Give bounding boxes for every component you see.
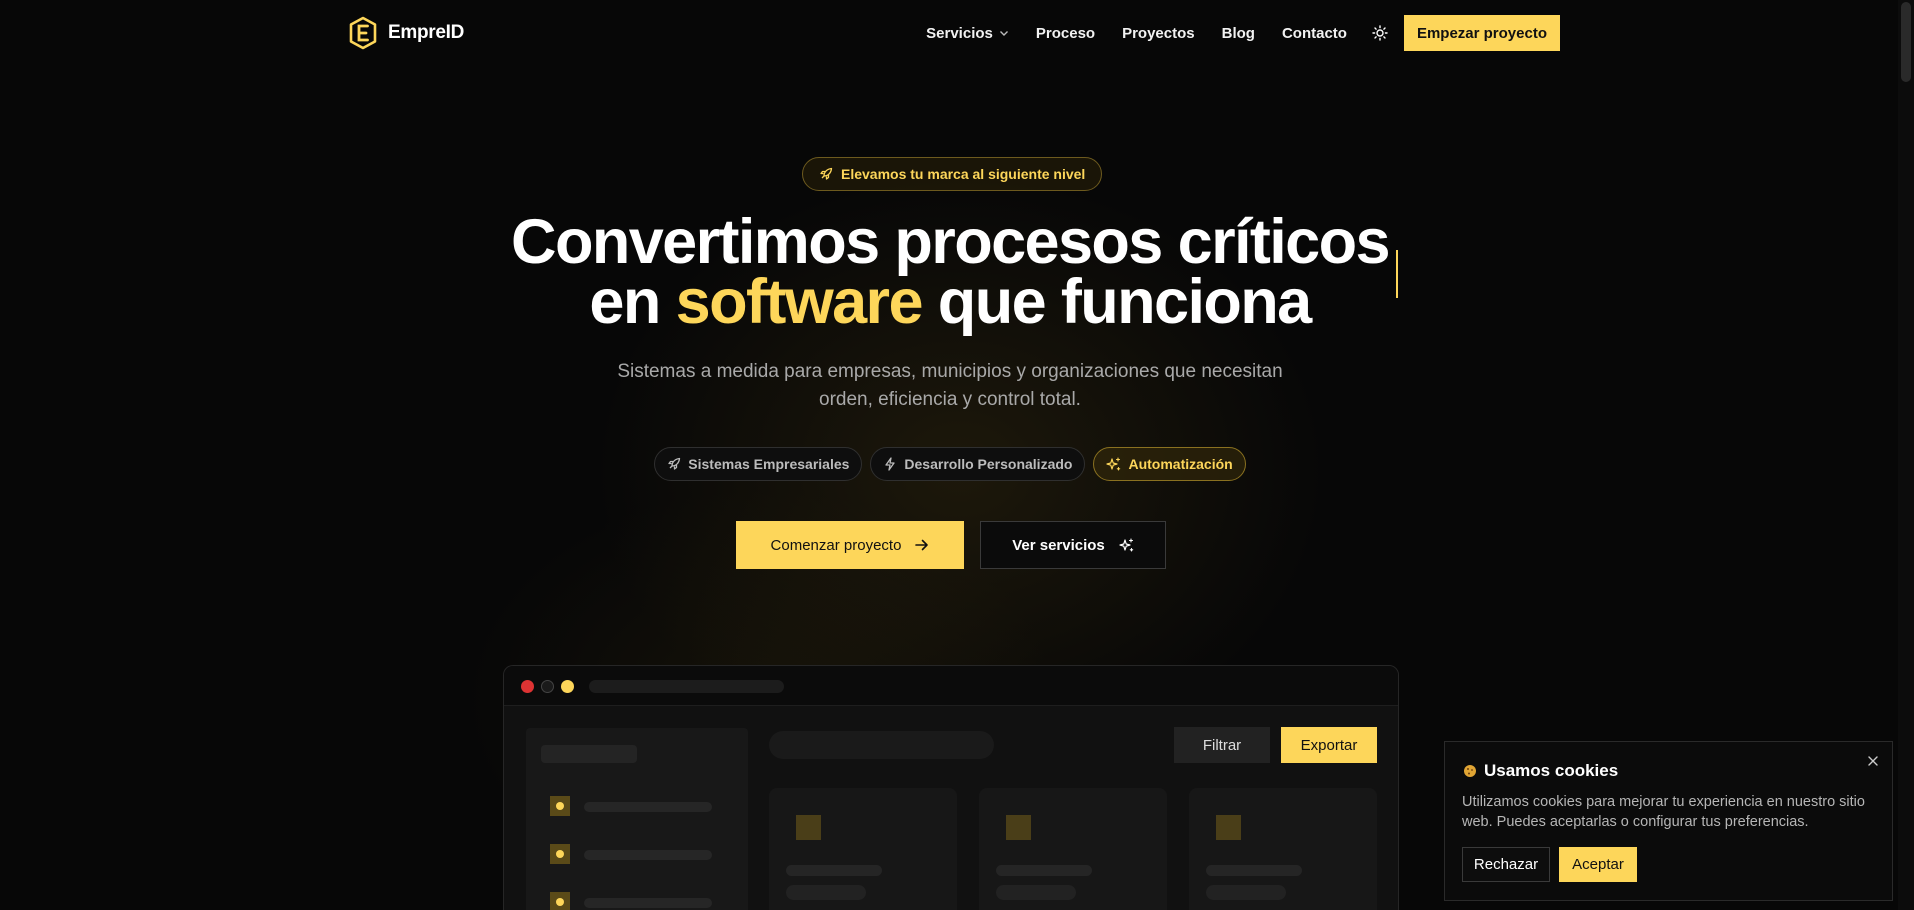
typing-caret <box>1396 250 1398 298</box>
view-services-button[interactable]: Ver servicios <box>980 521 1166 569</box>
chip-label: Desarrollo Personalizado <box>904 456 1073 472</box>
stat-card <box>769 788 957 910</box>
preview-sidebar <box>526 728 748 910</box>
nav-item-label: Servicios <box>926 24 993 42</box>
sidebar-item <box>550 844 712 864</box>
cookie-description: Utilizamos cookies para mejorar tu exper… <box>1462 794 1865 830</box>
nav-item-proyectos[interactable]: Proyectos <box>1122 25 1195 42</box>
sidebar-title-placeholder <box>541 745 637 763</box>
sparkles-icon <box>1119 537 1134 552</box>
close-icon[interactable] <box>1866 754 1880 768</box>
page-scrollbar[interactable] <box>1898 0 1914 910</box>
search-placeholder <box>769 731 994 759</box>
nav-item-proceso[interactable]: Proceso <box>1036 25 1095 42</box>
nav-item-servicios[interactable]: Servicios <box>926 25 1009 42</box>
url-placeholder <box>589 680 784 693</box>
chip-desarrollo-personalizado[interactable]: Desarrollo Personalizado <box>870 447 1086 481</box>
start-project-label: Comenzar proyecto <box>770 536 902 554</box>
hero-subtitle: Sistemas a medida para empresas, municip… <box>617 361 1283 410</box>
sparkles-icon <box>1106 456 1121 471</box>
chip-label: Automatización <box>1128 456 1233 472</box>
logo-icon <box>349 16 377 50</box>
headline-line-2: en software que funciona <box>0 271 1900 334</box>
chip-automatizacion[interactable]: Automatización <box>1093 447 1246 481</box>
scrollbar-thumb[interactable] <box>1901 2 1911 82</box>
chip-label: Sistemas Empresariales <box>688 456 850 472</box>
window-titlebar <box>504 666 1398 706</box>
nav-links: Servicios Proceso Proyectos Blog Contact… <box>926 14 1560 52</box>
app-preview-window: Filtrar Exportar <box>503 665 1399 910</box>
sidebar-item <box>550 796 712 816</box>
cookie-title: Usamos cookies <box>1463 761 1618 781</box>
start-project-button[interactable]: Comenzar proyecto <box>736 521 964 569</box>
theme-toggle-button[interactable] <box>1370 23 1390 43</box>
arrow-right-icon <box>915 539 929 551</box>
view-services-label: Ver servicios <box>1012 536 1105 554</box>
headline-pre: en <box>589 267 676 337</box>
hero-headline: Convertimos procesos críticos en softwar… <box>0 207 1900 334</box>
cookie-banner: Usamos cookies Utilizamos cookies para m… <box>1444 741 1893 901</box>
chevron-down-icon <box>999 31 1008 36</box>
headline-line-1: Convertimos procesos críticos <box>511 207 1391 277</box>
sidebar-item <box>550 892 712 910</box>
chip-sistemas-empresariales[interactable]: Sistemas Empresariales <box>654 447 863 481</box>
top-navbar: EmpreID Servicios Proceso Proyectos Blog… <box>348 14 1560 52</box>
hero-badge: Elevamos tu marca al siguiente nivel <box>802 157 1103 191</box>
bolt-icon <box>885 457 896 471</box>
window-maximize-dot <box>561 680 574 693</box>
reject-cookies-button[interactable]: Rechazar <box>1462 847 1550 882</box>
brand-logo[interactable]: EmpreID <box>348 14 464 52</box>
sun-icon <box>1372 25 1388 41</box>
window-minimize-dot <box>541 680 554 693</box>
stat-card <box>1189 788 1377 910</box>
hero-badge-text: Elevamos tu marca al siguiente nivel <box>841 166 1086 182</box>
stat-card <box>979 788 1167 910</box>
cookie-title-text: Usamos cookies <box>1484 761 1619 780</box>
filter-button[interactable]: Filtrar <box>1174 727 1270 763</box>
service-chips: Sistemas Empresariales Desarrollo Person… <box>0 447 1900 481</box>
start-project-nav-button[interactable]: Empezar proyecto <box>1403 15 1560 51</box>
cookie-icon <box>1464 765 1476 777</box>
accept-cookies-button[interactable]: Aceptar <box>1559 847 1637 882</box>
rocket-icon <box>820 167 833 180</box>
brand-name: EmpreID <box>388 22 465 43</box>
export-button[interactable]: Exportar <box>1281 727 1377 763</box>
rocket-icon <box>668 457 681 470</box>
nav-item-blog[interactable]: Blog <box>1222 25 1255 42</box>
nav-item-contacto[interactable]: Contacto <box>1282 25 1347 42</box>
window-close-dot <box>521 680 534 693</box>
headline-highlight: software <box>675 267 924 337</box>
headline-post: que funciona <box>921 267 1312 337</box>
